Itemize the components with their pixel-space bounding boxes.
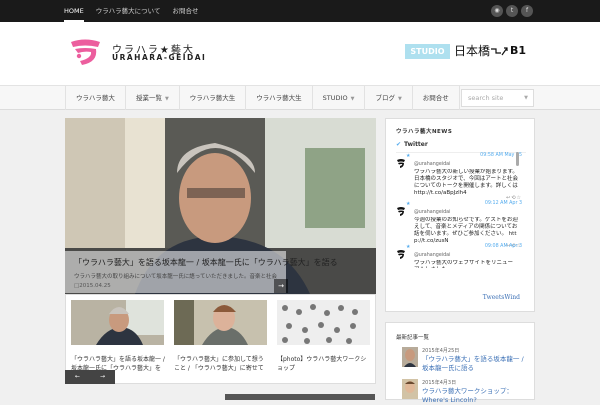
nav-item-studio[interactable]: STUDIO ▼	[311, 86, 365, 110]
logo-subtitle: URAHARA-GEIDAI	[112, 53, 207, 62]
favorite-icon[interactable]: ★	[406, 244, 410, 250]
post-thumbnail	[402, 379, 418, 399]
feature-title[interactable]: 「ウラハラ藝大」を語る坂本龍一 / 坂本龍一氏に「ウラハラ藝大」を語る	[74, 257, 338, 268]
next-section-image	[225, 394, 375, 400]
favorite-icon[interactable]: ★	[406, 201, 410, 207]
tweetswind-link[interactable]: TweetsWind	[483, 294, 520, 301]
chevron-down-icon: ▼	[397, 96, 402, 102]
avatar[interactable]	[396, 249, 406, 259]
tweet-user[interactable]: @urahangeidai	[414, 162, 450, 167]
post-date: 2015年4月25日	[422, 348, 460, 354]
tweet-text: 今週の授業のお知らせです。ゲストをお迎えして、音楽とメディアの関係についてお話を…	[414, 217, 518, 244]
site-header: ウラハラ★藝大 URAHARA-GEIDAI STUDIO 日本橋 B1	[0, 22, 600, 85]
main-nav: ウラハラ藝大 授業一覧 ▼ ウラハラ藝大生 ウラハラ藝大生 STUDIO ▼ ブログ…	[0, 85, 600, 110]
nav-item-contact[interactable]: お問合せ	[411, 86, 460, 110]
news-heading: ウラハラ藝大NEWS	[396, 129, 453, 135]
thumbnail-image	[71, 300, 164, 345]
nav-item-about[interactable]: ウラハラ藝大	[65, 86, 125, 110]
top-bar: HOME ウラハラ藝大について お問合せ ◉ t f	[0, 0, 600, 22]
chevron-down-icon: ▼	[164, 96, 169, 102]
social-links: ◉ t f	[488, 5, 533, 17]
studio-floor: B1	[510, 44, 527, 57]
post-title[interactable]: ウラハラ藝大ワークショップ：Where's Lincoln?	[422, 387, 532, 405]
twitter-bird-icon: ✔	[396, 141, 402, 148]
post-item[interactable]: 2015年4月25日 「ウラハラ藝大」を語る坂本龍一 / 坂本龍一氏に語る	[396, 347, 532, 373]
avatar[interactable]	[396, 206, 406, 216]
thumbnail-image	[174, 300, 267, 345]
top-nav: HOME ウラハラ藝大について お問合せ	[64, 0, 210, 22]
feature-desc: ウラハラ藝大の取り組みについて坂本龍一氏に語っていただきました。音楽と社会の関わ…	[74, 274, 277, 280]
tweet-item: ★ 09:58 AM May 25 @urahangeidai ウラハラ藝大の新…	[394, 153, 522, 201]
favorite-icon[interactable]: ★	[406, 153, 410, 159]
latest-posts-widget: 最新記事一覧 2015年4月25日 「ウラハラ藝大」を語る坂本龍一 / 坂本龍一…	[385, 322, 535, 405]
facebook-icon[interactable]: f	[521, 5, 533, 17]
rss-icon[interactable]: ◉	[491, 5, 503, 17]
nav-item-blog[interactable]: ブログ ▼	[364, 86, 411, 110]
tweet-user[interactable]: @urahangeidai	[414, 210, 450, 215]
prev-arrow-icon[interactable]: ←	[65, 370, 90, 384]
feature-next-button[interactable]: →	[274, 279, 288, 293]
chevron-down-icon: ▼	[524, 95, 528, 101]
topnav-contact[interactable]: お問合せ	[172, 0, 198, 22]
post-date: 2015年4月3日	[422, 380, 457, 386]
walking-route-icon	[491, 47, 508, 56]
tweet-time[interactable]: 09:08 AM Apr 3	[485, 244, 522, 249]
logo-mark-icon[interactable]	[68, 36, 103, 66]
next-arrow-icon[interactable]: →	[90, 370, 115, 384]
tweet-item: ★ 09:08 AM Apr 3 @urahangeidai ウラハラ藝大のウェ…	[394, 244, 522, 270]
topnav-about[interactable]: ウラハラ藝大について	[96, 0, 161, 22]
post-thumbnail	[402, 347, 418, 367]
thumbnail-3[interactable]: 【photo】ウラハラ藝大ワークショップ	[277, 300, 371, 373]
thumbnail-2[interactable]: 「ウラハラ藝大」に参加して想うこと / 「ウラハラ藝大」に寄せて	[174, 300, 268, 373]
feature-date: □2015.04.25	[74, 283, 111, 289]
thumbnail-image	[277, 300, 370, 345]
thumbnail-title[interactable]: 【photo】ウラハラ藝大ワークショップ	[277, 355, 372, 373]
news-widget: ウラハラ藝大NEWS ✔ Twitter ★ 09:58 AM May 25 @u…	[385, 118, 535, 312]
nav-item-students-2[interactable]: ウラハラ藝大生	[245, 86, 311, 110]
tweet-text: ウラハラ藝大のウェブサイトをリニューアルしました。	[414, 260, 513, 268]
topnav-home[interactable]: HOME	[64, 0, 84, 22]
avatar[interactable]	[396, 158, 406, 168]
nav-item-classes[interactable]: 授業一覧 ▼	[124, 86, 179, 110]
post-item[interactable]: 2015年4月3日 ウラハラ藝大ワークショップ：Where's Lincoln?	[396, 379, 532, 405]
post-title[interactable]: 「ウラハラ藝大」を語る坂本龍一 / 坂本龍一氏に語る	[422, 355, 532, 373]
search-input[interactable]: search site ▼	[461, 89, 534, 107]
nav-item-students[interactable]: ウラハラ藝大生	[178, 86, 245, 110]
tweet-user[interactable]: @urahangeidai	[414, 253, 450, 258]
studio-location: 日本橋	[454, 44, 491, 58]
thumbnail-title[interactable]: 「ウラハラ藝大」に参加して想うこと / 「ウラハラ藝大」に寄せて	[174, 355, 269, 373]
tweet-text: ウラハラ藝大の新しい授業が始まります。日本橋のスタジオで、今回はアートと社会につ…	[414, 169, 518, 196]
chevron-down-icon: ▼	[350, 96, 355, 102]
tweet-time[interactable]: 09:12 AM Apr 3	[485, 201, 522, 206]
twitter-icon[interactable]: t	[506, 5, 518, 17]
tweet-item: ★ 09:12 AM Apr 3 @urahangeidai 今週の授業のお知ら…	[394, 201, 522, 249]
tweet-scrollbar[interactable]	[516, 152, 519, 166]
latest-posts-heading: 最新記事一覧	[396, 335, 430, 341]
studio-badge: STUDIO	[405, 44, 450, 59]
twitter-header: ✔ Twitter	[396, 141, 526, 153]
thumbnail-pager: ← →	[65, 370, 115, 384]
feature-caption[interactable]: 「ウラハラ藝大」を語る坂本龍一 / 坂本龍一氏に「ウラハラ藝大」を語る ウラハラ…	[65, 251, 338, 293]
